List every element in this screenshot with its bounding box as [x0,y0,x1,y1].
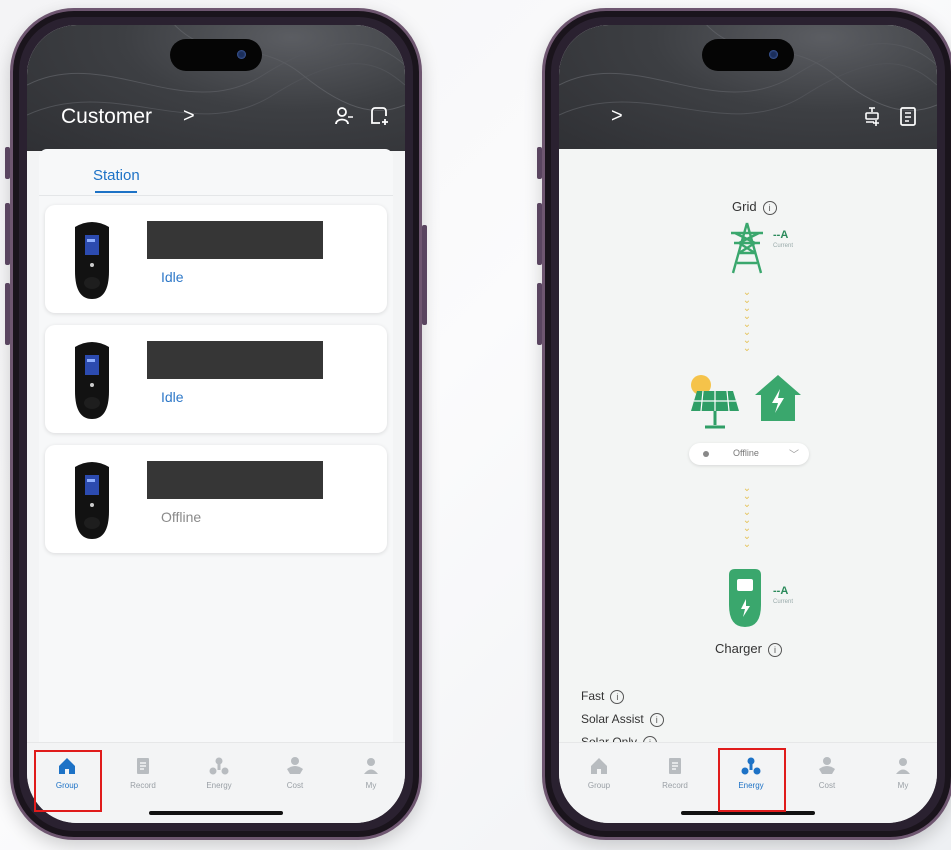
chevron-right-icon[interactable]: > [183,105,195,128]
power-tower-icon [731,222,763,274]
volume-down-button [537,283,542,345]
charger-current-value: --A [773,585,789,597]
station-card[interactable]: Offline [45,445,387,553]
station-status: Offline [161,509,202,525]
profile-icon [364,758,378,774]
charger-device-image [75,222,109,299]
tab-energy[interactable]: Energy [191,755,247,790]
divider [39,195,393,196]
header: Customer > [27,25,405,151]
user-icon[interactable] [333,105,357,129]
document-icon[interactable] [897,105,921,129]
charger-current-label: Current [773,599,794,605]
tab-label: Record [130,781,156,790]
highlight-box-energy [718,748,786,812]
home-energy-icon [755,375,801,421]
power-button [422,225,427,325]
charger-settings-icon[interactable] [861,105,885,129]
tab-active-indicator [95,191,137,193]
volume-up-button [537,203,542,265]
grid-label: Grid [732,199,757,214]
solar-panel-icon [691,375,739,429]
info-icon[interactable]: i [610,689,625,704]
profile-icon [896,758,910,774]
tab-cost[interactable]: Cost [799,755,855,790]
screen-group: Customer > Station Idle Idle Offline Gro… [27,25,405,823]
station-name-redacted [147,341,323,379]
status-dot [703,451,709,457]
flow-arrows-grid: ⌄ ⌄ ⌄ ⌄ ⌄ ⌄ ⌄ ⌄ [742,287,752,354]
station-name-redacted [147,221,323,259]
energy-icon [209,757,229,775]
home-icon [591,758,607,774]
action-button [5,147,10,179]
station-card[interactable]: Idle [45,205,387,313]
station-status: Idle [161,389,184,405]
station-name-redacted [147,461,323,499]
mode-label: Solar Assist [581,712,644,726]
mode-fast[interactable]: Fast i [581,689,625,704]
phone-frame-left: Customer > Station Idle Idle Offline Gro… [5,8,427,840]
tab-label: My [365,781,377,790]
tab-cost[interactable]: Cost [267,755,323,790]
charger-label: Charger [715,641,762,656]
tab-my[interactable]: My [343,755,399,790]
grid-current-label: Current [773,243,794,249]
mode-solar-assist[interactable]: Solar Assist i [581,712,664,727]
phone-frame-right: > Grid i --A Current ⌄ ⌄ ⌄ ⌄ ⌄ ⌄ ⌄ ⌄ Off… [537,8,951,840]
home-indicator [149,811,283,815]
add-charger-icon[interactable] [369,105,393,129]
tab-my[interactable]: My [875,755,931,790]
info-icon[interactable]: i [649,712,664,727]
tab-label: Cost [818,781,836,790]
volume-up-button [5,203,10,265]
grid-label-row: Grid i [732,199,777,215]
tab-group[interactable]: Group [571,755,627,790]
volume-down-button [5,283,10,345]
record-icon [137,758,149,774]
station-status: Idle [161,269,184,285]
charger-device-image [75,462,109,539]
tab-label: Record [662,781,688,790]
tab-record[interactable]: Record [115,755,171,790]
tab-label: Cost [286,781,304,790]
info-icon[interactable]: i [767,642,782,657]
info-icon[interactable]: i [762,200,777,215]
tab-label: Energy [206,781,232,790]
cost-icon [819,757,835,774]
solar-status-text: Offline [733,448,759,458]
highlight-box-group [34,750,102,812]
tab-label: Group [587,781,611,790]
cost-icon [287,757,303,774]
grid-current-value: --A [773,229,789,241]
tab-station[interactable]: Station [93,167,140,184]
record-icon [669,758,681,774]
charger-icon [729,569,761,627]
dynamic-island [170,39,262,71]
station-card[interactable]: Idle [45,325,387,433]
energy-flow-panel: Grid i --A Current ⌄ ⌄ ⌄ ⌄ ⌄ ⌄ ⌄ ⌄ Offline [559,149,937,750]
screen-energy: > Grid i --A Current ⌄ ⌄ ⌄ ⌄ ⌄ ⌄ ⌄ ⌄ Off… [559,25,937,823]
tab-label: My [897,781,909,790]
chevron-down-icon: ﹀ [789,450,799,461]
page-title[interactable]: Customer [61,105,152,129]
mode-label: Fast [581,689,605,703]
flow-arrows-charger: ⌄ ⌄ ⌄ ⌄ ⌄ ⌄ ⌄ ⌄ [742,483,752,550]
charger-device-image [75,342,109,419]
tab-record[interactable]: Record [647,755,703,790]
solar-status-dropdown[interactable]: Offline ﹀ [689,443,809,465]
station-list-panel: Station Idle Idle Offline [39,149,393,743]
dynamic-island [702,39,794,71]
header: > [559,25,937,151]
chevron-right-icon[interactable]: > [611,105,623,128]
charger-label-row: Charger i [715,641,782,657]
action-button [537,147,542,179]
